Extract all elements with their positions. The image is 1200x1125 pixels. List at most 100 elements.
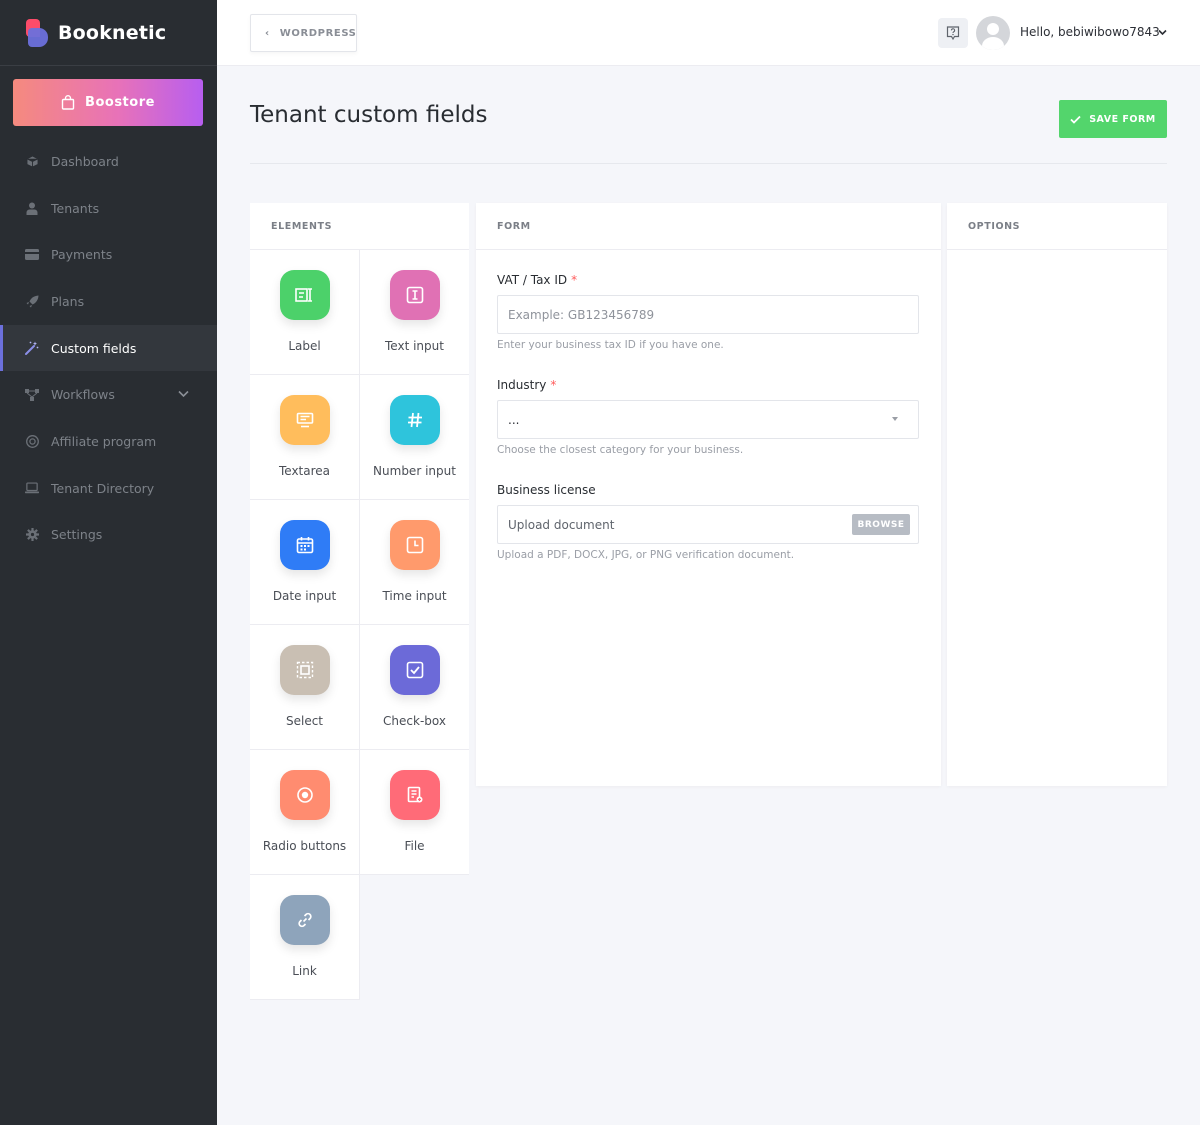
sidebar-nav: Dashboard Tenants Payments Plans Custom …: [0, 138, 217, 558]
user-tie-icon: [25, 201, 39, 215]
chevron-left-icon: ‹: [265, 27, 270, 39]
element-label-text: Check-box: [383, 714, 446, 728]
license-field[interactable]: Business license Upload document BROWSE …: [497, 483, 919, 561]
element-link[interactable]: Link: [250, 875, 360, 1000]
industry-select[interactable]: ...: [497, 400, 919, 439]
sidebar-item-affiliate-program[interactable]: Affiliate program: [0, 418, 217, 465]
sidebar-item-payments[interactable]: Payments: [0, 231, 217, 278]
license-label: Business license: [497, 483, 596, 497]
element-date-input[interactable]: Date input: [250, 500, 360, 625]
gear-icon: [25, 528, 39, 542]
sidebar-item-tenants[interactable]: Tenants: [0, 185, 217, 232]
element-label-text: File: [404, 839, 425, 853]
sidebar-item-label: Affiliate program: [51, 433, 157, 449]
vat-input[interactable]: Example: GB123456789: [497, 295, 919, 334]
text-cursor-icon: [389, 270, 440, 320]
vat-placeholder: Example: GB123456789: [508, 307, 655, 322]
element-label-text: Textarea: [278, 464, 331, 478]
element-label-text: Time input: [382, 589, 447, 603]
element-radio-buttons[interactable]: Radio buttons: [250, 750, 360, 875]
cube-icon: [25, 154, 39, 168]
boostore-button[interactable]: Boostore: [13, 79, 203, 126]
workflow-icon: [25, 388, 39, 402]
user-greeting[interactable]: Hello, bebiwibowo7843: [1020, 25, 1160, 39]
hash-icon: [389, 395, 440, 445]
sidebar-item-label: Dashboard: [51, 153, 119, 169]
elements-grid: Label Text input Textarea Number input D…: [250, 250, 469, 1000]
file-icon: [389, 770, 440, 820]
credit-card-icon: [25, 248, 39, 262]
element-label-text: Number input: [373, 464, 456, 478]
vat-field[interactable]: VAT / Tax ID * Example: GB123456789 Enter…: [497, 273, 919, 351]
boostore-label: Boostore: [85, 95, 155, 110]
element-label-text: Radio buttons: [262, 839, 347, 853]
sidebar: Booknetic Boostore Dashboard Tenants Pay…: [0, 0, 217, 1125]
element-select[interactable]: Select: [250, 625, 360, 750]
chevron-down-icon[interactable]: [1158, 29, 1167, 36]
element-time-input[interactable]: Time input: [360, 500, 469, 625]
element-label-text: Date input: [272, 589, 337, 603]
checkbox-icon: [389, 645, 440, 695]
chevron-down-icon[interactable]: [178, 390, 189, 398]
element-check-box[interactable]: Check-box: [360, 625, 469, 750]
save-form-label: SAVE FORM: [1089, 113, 1156, 125]
help-chat-icon: [946, 25, 960, 40]
license-help-text: Upload a PDF, DOCX, JPG, or PNG verifica…: [497, 549, 795, 561]
brand[interactable]: Booknetic: [0, 0, 217, 66]
sidebar-item-dashboard[interactable]: Dashboard: [0, 138, 217, 185]
sidebar-item-settings[interactable]: Settings: [0, 512, 217, 559]
booknetic-logo-icon: [26, 18, 48, 47]
sidebar-item-label: Tenant Directory: [51, 480, 155, 496]
element-text-input[interactable]: Text input: [360, 250, 469, 375]
check-icon: [1070, 115, 1081, 124]
sidebar-item-label: Payments: [51, 247, 113, 263]
save-form-button[interactable]: SAVE FORM: [1059, 100, 1167, 138]
options-panel-title: OPTIONS: [947, 203, 1167, 250]
industry-help-text: Choose the closest category for your bus…: [497, 444, 744, 456]
clock-icon: [389, 520, 440, 570]
element-label-text: Label: [288, 339, 321, 353]
options-panel: OPTIONS: [947, 203, 1167, 786]
wordpress-back-label: WORDPRESS: [279, 27, 357, 39]
sidebar-item-workflows[interactable]: Workflows: [0, 371, 217, 418]
page-title: Tenant custom fields: [250, 102, 488, 128]
sidebar-item-label: Custom fields: [51, 340, 137, 356]
element-textarea[interactable]: Textarea: [250, 375, 360, 500]
element-label-text: Select: [285, 714, 324, 728]
laptop-icon: [25, 481, 39, 495]
shopping-bag-icon: [61, 95, 75, 110]
dropdown-caret-icon: [892, 417, 898, 421]
label-icon: [279, 270, 330, 320]
help-button[interactable]: [938, 18, 968, 48]
form-panel: FORM VAT / Tax ID * Example: GB123456789 …: [476, 203, 941, 786]
sidebar-item-plans[interactable]: Plans: [0, 278, 217, 325]
avatar[interactable]: [976, 16, 1010, 50]
required-mark: *: [571, 273, 578, 287]
vat-label: VAT / Tax ID *: [497, 273, 578, 287]
header-divider: [250, 163, 1167, 164]
calendar-icon: [279, 520, 330, 570]
sidebar-item-label: Plans: [51, 293, 85, 309]
sidebar-item-custom-fields[interactable]: Custom fields: [0, 324, 217, 372]
form-panel-title: FORM: [476, 203, 941, 250]
required-mark: *: [550, 378, 557, 392]
license-file-input[interactable]: Upload document BROWSE: [497, 505, 919, 544]
element-number-input[interactable]: Number input: [360, 375, 469, 500]
element-label-text: Text input: [385, 339, 444, 353]
magic-wand-icon: [25, 341, 39, 356]
browse-button[interactable]: BROWSE: [852, 514, 910, 535]
wordpress-back-button[interactable]: ‹ WORDPRESS: [250, 14, 357, 52]
sidebar-item-tenant-directory[interactable]: Tenant Directory: [0, 465, 217, 512]
element-file[interactable]: File: [360, 750, 469, 875]
topbar: ‹ WORDPRESS Hello, bebiwibowo7843: [217, 0, 1200, 66]
target-icon: [25, 434, 39, 448]
industry-field[interactable]: Industry * ... Choose the closest categor…: [497, 378, 919, 456]
radio-icon: [279, 770, 330, 820]
element-label[interactable]: Label: [250, 250, 360, 375]
element-label-text: Link: [292, 964, 317, 978]
industry-selected-value: ...: [508, 412, 520, 427]
rocket-icon: [25, 294, 39, 308]
industry-label: Industry *: [497, 378, 557, 392]
select-icon: [279, 645, 330, 695]
link-icon: [279, 895, 330, 945]
